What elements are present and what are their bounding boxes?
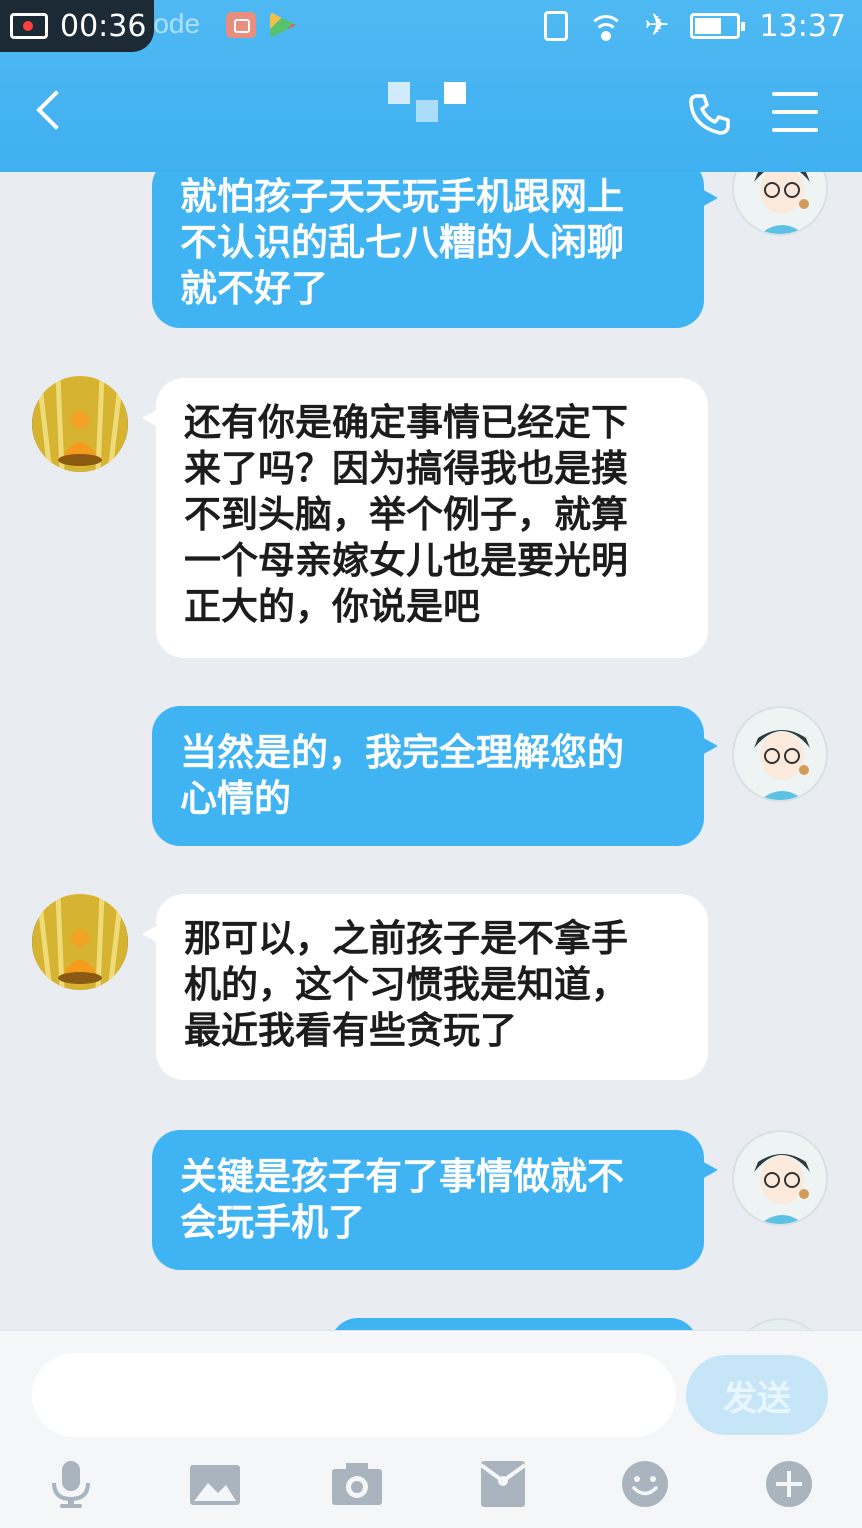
- chat-screen: 就怕孩子天天玩手机跟网上 不认识的乱七八糟的人闲聊 就不好了 还有你是确定事情已…: [0, 0, 862, 1528]
- message-bubble-incoming[interactable]: 那可以，之前孩子是不拿手 机的，这个习惯我是知道， 最近我看有些贪玩了: [142, 894, 708, 1080]
- voice-button[interactable]: [46, 1459, 96, 1509]
- recording-timer: 00:36: [60, 8, 147, 44]
- message-line: 关键是孩子有了事情做就不: [180, 1155, 624, 1198]
- emoji-button[interactable]: [620, 1459, 670, 1509]
- phone-icon: [689, 94, 730, 135]
- vibrate-icon: [544, 11, 569, 41]
- buddha-avatar-icon: [32, 894, 128, 990]
- send-button[interactable]: 发送: [686, 1355, 828, 1435]
- chat-header: mode 00:36 ✈ 13:37 ███: [0, 0, 862, 172]
- airplane-icon: ✈: [644, 8, 670, 43]
- back-button[interactable]: [28, 80, 78, 140]
- boy-avatar-icon: [734, 1132, 826, 1224]
- composer: 发送: [0, 1330, 862, 1528]
- message-line: 那可以，之前孩子是不拿手: [184, 917, 628, 960]
- red-packet-button[interactable]: [478, 1459, 528, 1509]
- message-line: 一个母亲嫁女儿也是要光明: [184, 539, 628, 582]
- screen-recorder-pill[interactable]: 00:36: [0, 0, 154, 52]
- my-avatar[interactable]: [732, 706, 828, 802]
- wifi-icon: [588, 11, 625, 41]
- message-line: 最近我看有些贪玩了: [184, 1009, 517, 1052]
- battery-icon: [689, 13, 745, 39]
- red-packet-icon: [479, 1461, 527, 1507]
- hamburger-menu-icon: [772, 92, 818, 96]
- microphone-icon: [52, 1461, 90, 1508]
- buddha-avatar-icon: [32, 376, 128, 472]
- message-line: 不到头脑，举个例子，就算: [184, 493, 628, 536]
- message-list[interactable]: 就怕孩子天天玩手机跟网上 不认识的乱七八糟的人闲聊 就不好了 还有你是确定事情已…: [0, 0, 862, 1330]
- message-line: 机的，这个习惯我是知道，: [184, 963, 628, 1006]
- nav-bar: ███: [0, 60, 862, 160]
- contact-name-blurred[interactable]: ███: [388, 82, 498, 126]
- message-bubble-outgoing[interactable]: 就怕孩子天天玩手机跟网上 不认识的乱七八糟的人闲聊 就不好了: [152, 158, 718, 328]
- message-input[interactable]: [32, 1353, 676, 1437]
- message-bubble-outgoing[interactable]: 关键是孩子有了事情做就不 会玩手机了: [152, 1130, 718, 1270]
- play-store-icon: [270, 12, 296, 38]
- message-line: 不认识的乱七八糟的人闲聊: [180, 221, 624, 264]
- call-button[interactable]: [688, 92, 732, 136]
- message-line: 会玩手机了: [180, 1201, 365, 1244]
- message-line: 正大的，你说是吧: [184, 585, 480, 628]
- screen-record-icon: [10, 13, 48, 39]
- more-button[interactable]: [764, 1459, 814, 1509]
- message-line: 当然是的，我完全理解您的: [180, 731, 624, 774]
- contact-avatar[interactable]: [32, 376, 128, 472]
- emoji-icon: [622, 1461, 668, 1507]
- camera-button[interactable]: [330, 1459, 384, 1509]
- message-line: 来了吗？因为搞得我也是摸: [184, 447, 628, 490]
- plus-icon: [766, 1461, 812, 1507]
- status-icons: ✈ 13:37: [544, 6, 846, 46]
- composer-toolbar: [0, 1449, 862, 1528]
- menu-button[interactable]: [772, 92, 818, 132]
- clock: 13:37: [759, 8, 846, 44]
- image-icon: [190, 1465, 240, 1505]
- my-avatar[interactable]: [732, 1130, 828, 1226]
- status-bar: mode 00:36 ✈ 13:37: [0, 0, 862, 52]
- notification-video-icon: [226, 12, 256, 38]
- my-avatar-partial[interactable]: [732, 1318, 828, 1330]
- message-line: 心情的: [180, 777, 291, 820]
- boy-avatar-icon: [734, 708, 826, 800]
- contact-avatar[interactable]: [32, 894, 128, 990]
- message-line: 还有你是确定事情已经定下: [184, 401, 628, 444]
- message-line: 就怕孩子天天玩手机跟网上: [180, 175, 624, 218]
- photo-button[interactable]: [188, 1459, 242, 1509]
- message-bubble-incoming[interactable]: 还有你是确定事情已经定下 来了吗？因为搞得我也是摸 不到头脑，举个例子，就算 一…: [142, 378, 708, 658]
- camera-icon: [332, 1463, 382, 1505]
- message-bubble-outgoing[interactable]: 当然是的，我完全理解您的 心情的: [152, 706, 718, 846]
- message-line: 就不好了: [180, 267, 328, 310]
- message-bubble-outgoing-partial[interactable]: [330, 1318, 698, 1330]
